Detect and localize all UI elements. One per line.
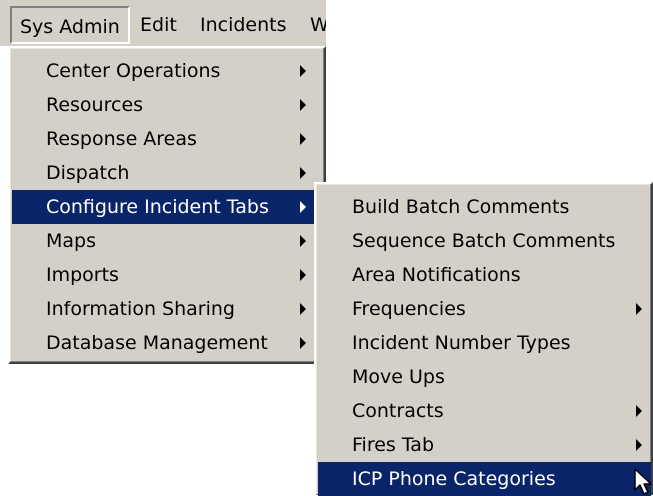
submenu-item-icp-phone-categories[interactable]: ICP Phone Categories bbox=[318, 462, 651, 496]
menubar-item-incidents[interactable]: Incidents bbox=[198, 6, 287, 44]
submenu-item-build-batch-comments[interactable]: Build Batch Comments bbox=[318, 190, 651, 224]
menu-item-configure-incident-tabs[interactable]: Configure Incident Tabs bbox=[12, 190, 322, 224]
menu-item-label: Move Ups bbox=[352, 366, 445, 388]
menu-item-label: Area Notifications bbox=[352, 264, 521, 286]
menu-item-label: Imports bbox=[46, 264, 119, 286]
chevron-right-icon bbox=[300, 337, 306, 349]
menu-item-label: Information Sharing bbox=[46, 298, 235, 320]
menu-item-label: Frequencies bbox=[352, 298, 466, 320]
menu-item-maps[interactable]: Maps bbox=[12, 224, 322, 258]
submenu-item-fires-tab[interactable]: Fires Tab bbox=[318, 428, 651, 462]
chevron-right-icon bbox=[300, 167, 306, 179]
menubar-item-label: W bbox=[310, 14, 326, 36]
menubar-item-label: Sys Admin bbox=[20, 16, 120, 38]
menu-item-label: Dispatch bbox=[46, 162, 130, 184]
chevron-right-icon bbox=[300, 99, 306, 111]
menu-item-label: Resources bbox=[46, 94, 144, 116]
menubar-item-sys-admin[interactable]: Sys Admin bbox=[10, 6, 130, 44]
submenu-item-frequencies[interactable]: Frequencies bbox=[318, 292, 651, 326]
menu-item-label: Maps bbox=[46, 230, 96, 252]
submenu-item-sequence-batch-comments[interactable]: Sequence Batch Comments bbox=[318, 224, 651, 258]
chevron-right-icon bbox=[636, 303, 642, 315]
chevron-right-icon bbox=[300, 201, 306, 213]
mouse-pointer-icon bbox=[634, 468, 652, 495]
menu-item-imports[interactable]: Imports bbox=[12, 258, 322, 292]
menu-item-label: Build Batch Comments bbox=[352, 196, 570, 218]
menu-item-label: Fires Tab bbox=[352, 434, 435, 456]
menu-item-dispatch[interactable]: Dispatch bbox=[12, 156, 322, 190]
chevron-right-icon bbox=[300, 303, 306, 315]
menu-item-label: Sequence Batch Comments bbox=[352, 230, 616, 252]
menu-item-center-operations[interactable]: Center Operations bbox=[12, 54, 322, 88]
menubar-item-edit[interactable]: Edit bbox=[138, 6, 177, 44]
sys-admin-menu: Center Operations Resources Response Are… bbox=[8, 46, 326, 364]
menu-item-label: Incident Number Types bbox=[352, 332, 571, 354]
menubar-item-window[interactable]: W bbox=[308, 6, 326, 44]
chevron-right-icon bbox=[300, 133, 306, 145]
chevron-right-icon bbox=[636, 439, 642, 451]
menu-item-response-areas[interactable]: Response Areas bbox=[12, 122, 322, 156]
menu-item-resources[interactable]: Resources bbox=[12, 88, 322, 122]
chevron-right-icon bbox=[300, 235, 306, 247]
submenu-item-area-notifications[interactable]: Area Notifications bbox=[318, 258, 651, 292]
menu-bar: Sys Admin Edit Incidents W bbox=[0, 0, 326, 46]
chevron-right-icon bbox=[300, 269, 306, 281]
menu-item-label: Contracts bbox=[352, 400, 444, 422]
menu-item-label: Configure Incident Tabs bbox=[46, 196, 269, 218]
configure-incident-tabs-submenu: Build Batch Comments Sequence Batch Comm… bbox=[314, 182, 653, 496]
menu-item-label: Database Management bbox=[46, 332, 268, 354]
menubar-item-label: Incidents bbox=[200, 14, 287, 36]
chevron-right-icon bbox=[636, 405, 642, 417]
menu-item-information-sharing[interactable]: Information Sharing bbox=[12, 292, 322, 326]
submenu-item-incident-number-types[interactable]: Incident Number Types bbox=[318, 326, 651, 360]
chevron-right-icon bbox=[300, 65, 306, 77]
menu-item-label: Center Operations bbox=[46, 60, 221, 82]
menu-item-label: ICP Phone Categories bbox=[352, 468, 556, 490]
menu-item-label: Response Areas bbox=[46, 128, 197, 150]
menu-item-database-management[interactable]: Database Management bbox=[12, 326, 322, 360]
submenu-item-move-ups[interactable]: Move Ups bbox=[318, 360, 651, 394]
submenu-item-contracts[interactable]: Contracts bbox=[318, 394, 651, 428]
menubar-item-label: Edit bbox=[140, 14, 177, 36]
